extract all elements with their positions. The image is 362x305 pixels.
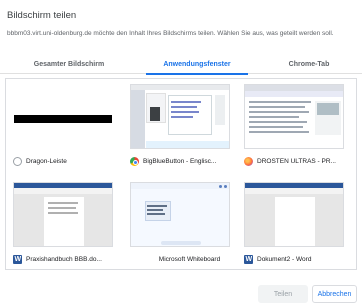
window-caption: BigBlueButton - Englisc... (130, 155, 236, 167)
window-caption: DROSTEN ULTRAS - PR... (244, 155, 350, 167)
share-screen-dialog: Bildschirm teilen bbbm03.virt.uni-oldenb… (0, 0, 362, 305)
word-icon (244, 254, 253, 264)
window-label: BigBlueButton - Englisc... (143, 157, 217, 165)
thumbnail-text-line (249, 111, 309, 113)
window-caption: Dragon-Leiste (13, 155, 119, 167)
window-picker-grid: Dragon-Leiste BigBlueButton - Englisc... (5, 78, 357, 270)
tab-selected-indicator (146, 73, 248, 75)
cancel-button[interactable]: Abbrechen (312, 285, 357, 303)
window-thumbnail (130, 182, 230, 247)
thumbnail-header (131, 85, 229, 90)
thumbnail-slide-text (171, 101, 201, 103)
tab-application-window[interactable]: Anwendungsfenster (138, 58, 256, 75)
window-option-praxishandbuch[interactable]: Praxishandbuch BBB.do... (9, 179, 119, 269)
window-label: Dragon-Leiste (26, 157, 67, 165)
window-option-dokument2-word[interactable]: Dokument2 - Word (240, 179, 350, 269)
thumbnail-text-line (48, 207, 76, 209)
thumbnail-page (275, 197, 315, 246)
window-caption: Praxishandbuch BBB.do... (13, 253, 119, 265)
thumbnail-slide-text (171, 106, 197, 108)
window-option-bigbluebutton[interactable]: BigBlueButton - Englisc... (126, 81, 236, 171)
thumbnail-text-line (249, 106, 305, 108)
share-button[interactable]: Teilen (258, 285, 308, 303)
thumbnail-note (145, 201, 171, 221)
thumbnail-preview-bar (14, 115, 112, 123)
window-thumbnail (244, 182, 344, 247)
thumbnail-text-line (48, 202, 78, 204)
thumbnail-text-line (249, 131, 309, 133)
window-caption: Dokument2 - Word (244, 253, 350, 265)
thumbnail-dark-block (150, 107, 160, 121)
dialog-buttons: Teilen Abbrechen (247, 285, 357, 303)
window-thumbnail (13, 182, 113, 247)
window-label: Microsoft Whiteboard (158, 255, 221, 263)
thumbnail-toolbar (215, 95, 225, 125)
window-thumbnail (244, 84, 344, 149)
thumbnail-footer (146, 141, 229, 148)
window-thumbnail (130, 84, 230, 149)
thumbnail-note-line (147, 213, 165, 215)
thumbnail-slide-text (171, 116, 193, 118)
thumbnail-side-image (317, 103, 339, 115)
dragon-icon (13, 156, 22, 166)
tab-label: Chrome-Tab (288, 61, 330, 68)
tab-bar: Gesamter Bildschirm Anwendungsfenster Ch… (0, 58, 362, 75)
tab-chrome-tab[interactable]: Chrome-Tab (256, 58, 362, 74)
thumbnail-text-line (249, 126, 303, 128)
window-label: Dokument2 - Word (257, 255, 312, 263)
window-option-dragon-leiste[interactable]: Dragon-Leiste (9, 81, 119, 171)
thumbnail-note-line (147, 209, 163, 211)
window-label: DROSTEN ULTRAS - PR... (257, 157, 336, 165)
thumbnail-banner (245, 91, 343, 97)
thumbnail-text-line (48, 212, 78, 214)
thumbnail-text-line (249, 116, 299, 118)
dialog-title: Bildschirm teilen (7, 10, 77, 21)
window-thumbnail (13, 84, 113, 149)
thumbnail-toolbar-dot (219, 185, 222, 188)
dialog-description: bbbm03.virt.uni-oldenburg.de möchte den … (7, 30, 334, 37)
thumbnail-page (44, 197, 84, 246)
word-icon (13, 254, 22, 264)
firefox-icon (244, 156, 253, 166)
thumbnail-header (131, 183, 229, 189)
chrome-icon (130, 156, 139, 166)
thumbnail-bottom-bar (161, 241, 201, 245)
thumbnail-toolbar-dot (224, 185, 227, 188)
thumbnail-sidebar (131, 90, 145, 148)
whiteboard-icon (146, 255, 155, 264)
window-label: Praxishandbuch BBB.do... (26, 255, 102, 263)
thumbnail-text-line (249, 121, 307, 123)
thumbnail-note-line (147, 205, 167, 207)
window-caption: Microsoft Whiteboard (130, 253, 236, 265)
thumbnail-text-line (249, 101, 311, 103)
window-option-microsoft-whiteboard[interactable]: Microsoft Whiteboard (126, 179, 236, 269)
tab-entire-screen[interactable]: Gesamter Bildschirm (0, 58, 138, 74)
thumbnail-slide-text (171, 111, 199, 113)
tab-label: Gesamter Bildschirm (33, 61, 105, 68)
window-option-drosten-ultras[interactable]: DROSTEN ULTRAS - PR... (240, 81, 350, 171)
tab-label: Anwendungsfenster (163, 61, 231, 68)
